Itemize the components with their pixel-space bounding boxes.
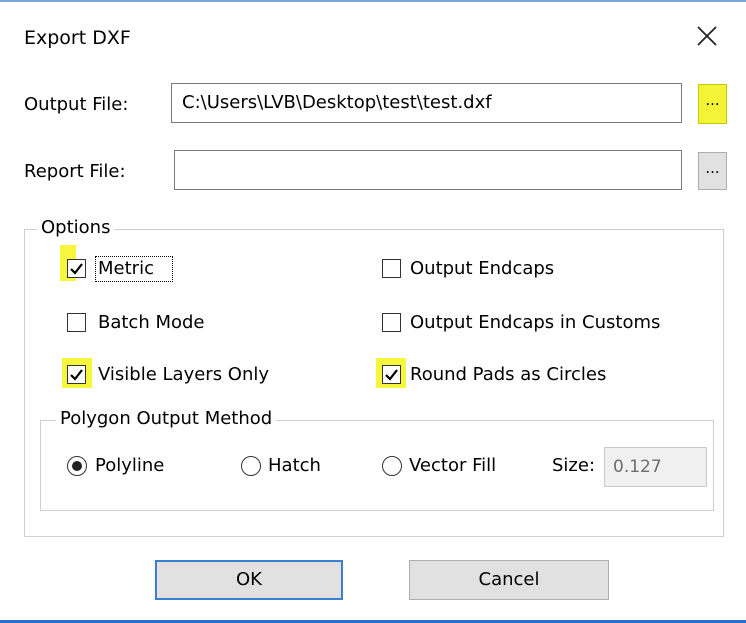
export-dxf-dialog: Export DXF Output File: C:\Users\LVB\Des… xyxy=(0,0,746,623)
report-file-input[interactable] xyxy=(174,150,682,190)
ok-button-label: OK xyxy=(236,569,262,590)
size-label: Size: xyxy=(552,455,596,476)
output-endcaps-label[interactable]: Output Endcaps xyxy=(410,257,554,281)
round-pads-circles-label[interactable]: Round Pads as Circles xyxy=(410,363,606,387)
checkmark-icon xyxy=(385,369,398,381)
polygon-output-group-title: Polygon Output Method xyxy=(56,408,277,430)
cancel-button-label: Cancel xyxy=(478,569,540,590)
report-file-browse-label: ... xyxy=(705,159,720,177)
output-file-browse-label: ... xyxy=(705,91,720,109)
radio-selected-dot xyxy=(72,461,82,471)
output-endcaps-checkbox[interactable] xyxy=(382,259,401,278)
window-title: Export DXF xyxy=(24,27,131,49)
visible-layers-only-checkbox[interactable] xyxy=(67,365,86,384)
report-file-browse-button[interactable]: ... xyxy=(698,152,727,190)
size-input[interactable]: 0.127 xyxy=(604,447,707,487)
report-file-label: Report File: xyxy=(24,161,126,182)
cancel-button[interactable]: Cancel xyxy=(409,560,609,600)
output-file-input[interactable]: C:\Users\LVB\Desktop\test\test.dxf xyxy=(171,83,682,123)
checkmark-icon xyxy=(70,369,83,381)
vector-fill-radio[interactable] xyxy=(382,456,402,476)
close-icon xyxy=(697,26,717,46)
round-pads-circles-checkbox[interactable] xyxy=(382,365,401,384)
batch-mode-checkbox[interactable] xyxy=(67,313,86,332)
checkmark-icon xyxy=(70,263,83,275)
batch-mode-label[interactable]: Batch Mode xyxy=(98,311,205,335)
output-endcaps-customs-label[interactable]: Output Endcaps in Customs xyxy=(410,311,660,335)
close-button[interactable] xyxy=(689,18,725,54)
visible-layers-only-label[interactable]: Visible Layers Only xyxy=(98,363,269,387)
ok-button[interactable]: OK xyxy=(155,560,343,600)
polyline-label[interactable]: Polyline xyxy=(95,454,164,478)
output-file-browse-button[interactable]: ... xyxy=(698,84,727,124)
output-file-label: Output File: xyxy=(24,94,129,115)
vector-fill-label[interactable]: Vector Fill xyxy=(409,454,496,478)
polyline-radio[interactable] xyxy=(67,456,87,476)
output-endcaps-customs-checkbox[interactable] xyxy=(382,313,401,332)
hatch-radio[interactable] xyxy=(241,456,261,476)
options-group-title: Options xyxy=(37,217,115,239)
metric-label[interactable]: Metric xyxy=(98,257,154,281)
metric-checkbox[interactable] xyxy=(67,259,86,278)
hatch-label[interactable]: Hatch xyxy=(268,454,321,478)
